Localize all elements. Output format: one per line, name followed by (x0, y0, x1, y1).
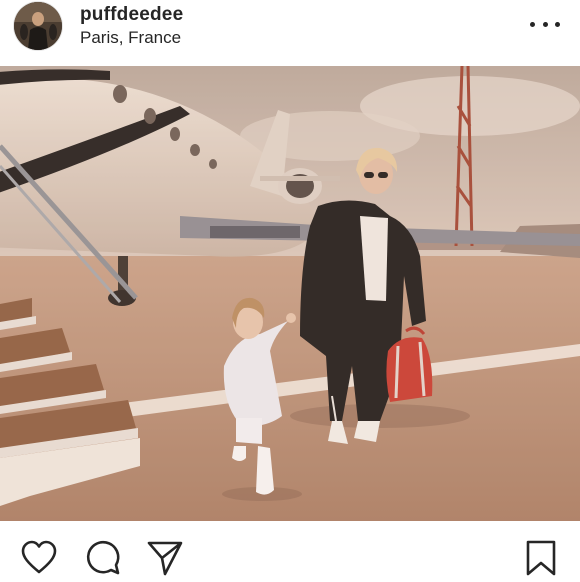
paper-plane-icon-glyph (147, 541, 183, 576)
paper-plane-icon[interactable] (146, 539, 184, 577)
heart-icon[interactable] (20, 539, 58, 577)
bookmark-icon-glyph (526, 540, 556, 576)
post-header: puffdeedee Paris, France (0, 0, 580, 66)
more-dot (542, 21, 548, 27)
avatar[interactable] (14, 2, 62, 50)
action-bar (0, 521, 580, 580)
comment-bubble-icon[interactable] (84, 539, 122, 577)
bookmark-icon[interactable] (522, 539, 560, 577)
username[interactable]: puffdeedee (80, 4, 183, 26)
avatar-image (14, 2, 62, 50)
heart-icon-glyph (21, 540, 57, 574)
post-photo[interactable] (0, 66, 580, 521)
location-link[interactable]: Paris, France (80, 28, 181, 48)
post-photo-illustration (0, 66, 580, 521)
more-options-icon[interactable] (530, 14, 560, 34)
more-dot (555, 21, 560, 27)
more-dot (530, 21, 535, 27)
comment-bubble-icon-glyph (86, 540, 120, 575)
